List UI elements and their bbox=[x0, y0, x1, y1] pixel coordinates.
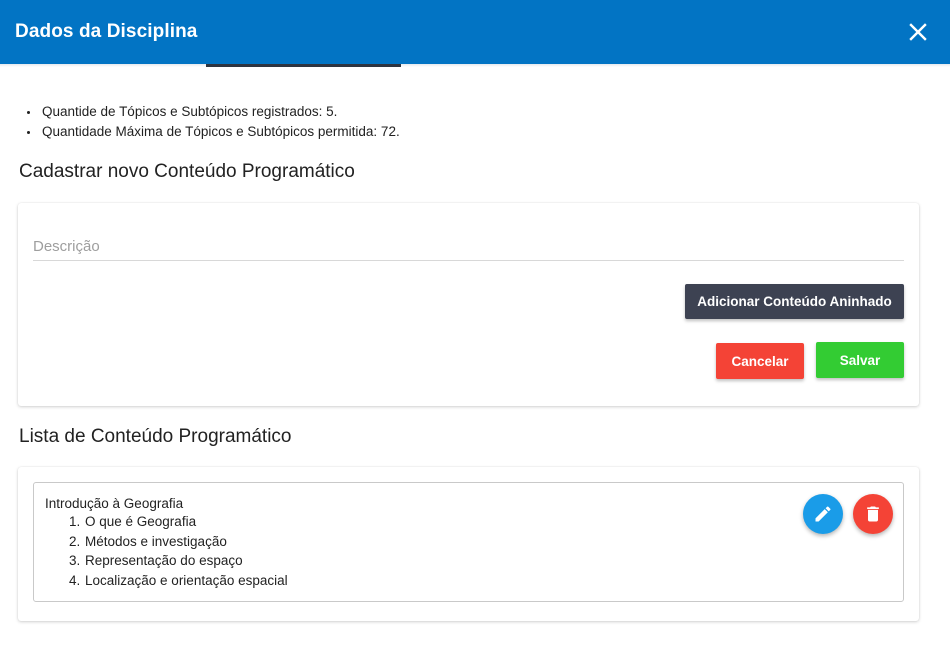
list-section-title: Lista de Conteúdo Programático bbox=[19, 426, 292, 447]
close-icon bbox=[909, 23, 927, 41]
topic-count-info: Quantide de Tópicos e Subtópicos registr… bbox=[40, 102, 400, 142]
delete-button[interactable] bbox=[853, 494, 893, 534]
save-button[interactable]: Salvar bbox=[816, 342, 904, 378]
subtopic-item: O que é Geografia bbox=[84, 512, 288, 532]
subtopic-item: Representação do espaço bbox=[84, 551, 288, 571]
header-divider bbox=[0, 64, 950, 67]
dialog-header: Dados da Disciplina bbox=[0, 0, 950, 64]
dialog-title: Dados da Disciplina bbox=[15, 21, 198, 42]
add-nested-content-button[interactable]: Adicionar Conteúdo Aninhado bbox=[685, 284, 904, 319]
max-count-text: Quantidade Máxima de Tópicos e Subtópico… bbox=[40, 122, 400, 142]
content-item: Introdução à Geografia O que é Geografia… bbox=[33, 482, 904, 602]
trash-icon bbox=[867, 506, 879, 522]
subtopic-item: Localização e orientação espacial bbox=[84, 571, 288, 591]
register-card: Adicionar Conteúdo Aninhado Cancelar Sal… bbox=[18, 203, 919, 406]
cancel-button[interactable]: Cancelar bbox=[716, 343, 804, 379]
pencil-icon bbox=[815, 506, 831, 522]
content-list-card: Introdução à Geografia O que é Geografia… bbox=[18, 467, 919, 621]
subtopic-item: Métodos e investigação bbox=[84, 532, 288, 552]
registered-count-text: Quantide de Tópicos e Subtópicos registr… bbox=[40, 102, 400, 122]
active-tab-indicator bbox=[206, 64, 401, 67]
edit-button[interactable] bbox=[803, 494, 843, 534]
topic-title: Introdução à Geografia bbox=[45, 496, 184, 511]
close-button[interactable] bbox=[908, 22, 928, 42]
register-section-title: Cadastrar novo Conteúdo Programático bbox=[19, 161, 355, 182]
description-input[interactable] bbox=[33, 233, 904, 261]
subtopic-list: O que é Geografia Métodos e investigação… bbox=[84, 512, 288, 590]
